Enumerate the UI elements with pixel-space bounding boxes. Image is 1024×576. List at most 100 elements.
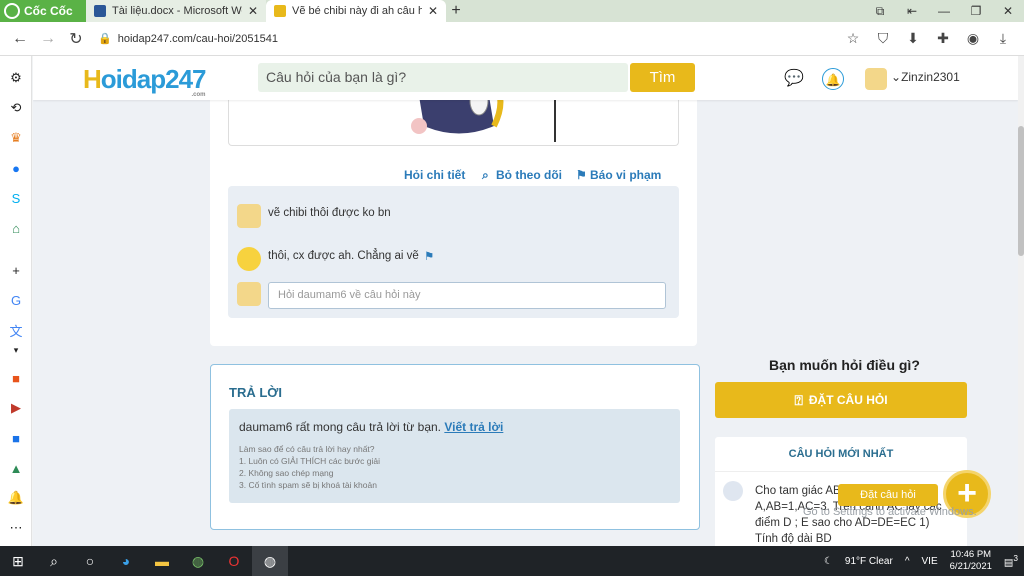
add-icon[interactable]: +	[6, 260, 26, 280]
search-button[interactable]: Tìm	[630, 63, 695, 92]
date-text: 6/21/2021	[949, 561, 992, 572]
ask-question-button[interactable]: ⍰ ĐẶT CÂU HỎI	[715, 382, 967, 418]
search-icon[interactable]: ⌕	[36, 546, 72, 576]
chevron-up-icon[interactable]: ^	[905, 556, 910, 567]
avatar[interactable]	[237, 204, 261, 228]
write-answer-link[interactable]: Viết trả lời	[444, 420, 503, 434]
word-icon	[94, 5, 106, 17]
bookmark-icon: ⌕	[482, 168, 489, 182]
avatar[interactable]	[865, 68, 887, 90]
windows-taskbar: ⊞ ⌕ ○ ◕ ▬ ◍ O ◍ ☾ 91°F Clear ^ VIE 10:46…	[0, 546, 1024, 576]
shield-icon[interactable]: ⛉	[868, 30, 898, 47]
bookmark-star-icon[interactable]: ☆	[838, 30, 868, 47]
system-tray: ☾ 91°F Clear ^ VIE 10:46 PM 6/21/2021 ▤3	[818, 546, 1024, 576]
back-icon[interactable]: ⇤	[896, 0, 928, 22]
comment-input[interactable]: Hỏi daumam6 về câu hỏi này	[268, 282, 666, 309]
messenger-icon[interactable]: ●	[6, 158, 26, 178]
avatar	[237, 282, 261, 306]
windows-start-icon[interactable]: ⊞	[0, 546, 36, 576]
divider	[715, 471, 967, 472]
float-ask-label[interactable]: Đặt câu hỏi	[838, 484, 938, 506]
browser-brand[interactable]: Cốc Cốc	[0, 0, 86, 22]
vtv-icon[interactable]: ▶	[6, 398, 26, 418]
tab-title: Tài liệu.docx - Microsoft Word	[112, 5, 242, 17]
maximize-icon[interactable]: ❐	[960, 0, 992, 22]
coccoc-active-icon[interactable]: ◍	[252, 546, 288, 576]
hoidap-favicon-icon	[274, 5, 286, 17]
shopee-icon[interactable]: ■	[6, 368, 26, 388]
weather-text[interactable]: 91°F Clear	[845, 556, 893, 567]
url-text: hoidap247.com/cau-hoi/2051541	[117, 32, 278, 45]
more-icon[interactable]: ⋯	[6, 518, 26, 538]
game-icon[interactable]: ⌂	[6, 218, 26, 238]
translate-icon[interactable]: 文	[6, 320, 26, 340]
comments-section: vẽ chibi thôi được ko bn thôi, cx được a…	[228, 186, 679, 318]
unfollow-link[interactable]: Bỏ theo dõi	[496, 168, 562, 182]
close-icon[interactable]: ✕	[248, 4, 258, 18]
back-button[interactable]: ←	[6, 30, 34, 48]
minimize-icon[interactable]: —	[928, 0, 960, 22]
emoji-avatar[interactable]	[237, 247, 261, 271]
answer-prompt: daumam6 rất mong câu trả lời từ bạn. Viế…	[239, 420, 503, 434]
username-text: Zinzin2301	[901, 70, 960, 84]
history-icon[interactable]: ⟲	[6, 98, 26, 118]
username[interactable]: ⌄Zinzin2301	[891, 70, 960, 84]
answer-tips: Làm sao để có câu trả lời hay nhất? 1. L…	[239, 443, 380, 491]
logo-first-letter: H	[83, 64, 102, 94]
skype-icon[interactable]: S	[6, 188, 26, 208]
bell-icon[interactable]: 🔔	[822, 68, 844, 90]
window-controls: ⧉ ⇤ — ❐ ✕	[864, 0, 1024, 22]
new-tab-button[interactable]: +	[446, 0, 466, 22]
notification-count: 3	[1013, 553, 1018, 564]
logo-domain: .com	[191, 92, 206, 98]
site-header: Hoidap247 .com Câu hỏi của bạn là gì? Tìm…	[33, 56, 1018, 100]
report-link[interactable]: Báo vi phạm	[590, 168, 661, 182]
chevron-down-icon[interactable]: ▾	[6, 340, 26, 360]
browser-tab-strip: Cốc Cốc Tài liệu.docx - Microsoft Word ✕…	[0, 0, 1024, 22]
question-bubble-icon: ⍰	[794, 391, 803, 408]
address-bar[interactable]: 🔒 hoidap247.com/cau-hoi/2051541	[98, 32, 838, 46]
answer-card: TRẢ LỜI daumam6 rất mong câu trả lời từ …	[210, 364, 700, 530]
logo-text: oidap247	[100, 64, 207, 94]
tab-hoidap[interactable]: Vẽ bé chibi này đi ah câu hỏi 2051541 ✕	[266, 0, 446, 22]
tip-item: 2. Không sao chép mạng	[239, 468, 334, 478]
tab-word[interactable]: Tài liệu.docx - Microsoft Word ✕	[86, 0, 266, 22]
opera-icon[interactable]: O	[216, 546, 252, 576]
ask-detail-link[interactable]: Hỏi chi tiết	[404, 168, 465, 182]
tips-title: Làm sao để có câu trả lời hay nhất?	[239, 444, 375, 454]
hat-icon[interactable]: ▲	[6, 458, 26, 478]
edge-icon[interactable]: ◕	[108, 546, 144, 576]
site-logo[interactable]: Hoidap247 .com	[83, 64, 207, 98]
close-icon[interactable]: ✕	[428, 4, 438, 18]
google-icon[interactable]: G	[6, 290, 26, 310]
coccoc-taskbar-icon[interactable]: ◍	[180, 546, 216, 576]
reload-button[interactable]: ↻	[62, 29, 90, 49]
scrollbar-thumb[interactable]	[1018, 126, 1024, 256]
cast-icon[interactable]: ⧉	[864, 0, 896, 22]
tab-title: Vẽ bé chibi này đi ah câu hỏi 2051541	[292, 5, 422, 17]
download-icon[interactable]: ⬇	[898, 30, 928, 47]
avatar[interactable]	[723, 481, 743, 501]
clock[interactable]: 10:46 PM 6/21/2021	[950, 549, 992, 573]
cortana-icon[interactable]: ○	[72, 546, 108, 576]
windows-activation-watermark: Go to Settings to activate Windows.	[803, 506, 977, 518]
language-indicator[interactable]: VIE	[922, 556, 938, 567]
chat-icon[interactable]: 💬	[783, 68, 805, 90]
flag-icon[interactable]: ⚑	[424, 249, 434, 263]
file-explorer-icon[interactable]: ▬	[144, 546, 180, 576]
profile-icon[interactable]: ◉	[958, 30, 988, 47]
extensions-puzzle-icon[interactable]: ✚	[928, 30, 958, 47]
menu-icon[interactable]: ⤓	[988, 30, 1018, 47]
page-scrollbar[interactable]	[1018, 56, 1024, 546]
notification-center-icon[interactable]: ▤3	[1004, 553, 1018, 568]
close-window-icon[interactable]: ✕	[992, 0, 1024, 22]
tiki-icon[interactable]: ■	[6, 428, 26, 448]
forward-button[interactable]: →	[34, 30, 62, 48]
search-input[interactable]: Câu hỏi của bạn là gì?	[258, 63, 628, 92]
coccoc-logo-icon	[4, 3, 20, 19]
notification-bell-icon[interactable]: 🔔	[6, 488, 26, 508]
crown-icon[interactable]: ♛	[6, 128, 26, 148]
browser-brand-label: Cốc Cốc	[24, 4, 73, 18]
settings-gear-icon[interactable]: ⚙	[6, 68, 26, 88]
answer-prompt-text: daumam6 rất mong câu trả lời từ bạn.	[239, 420, 441, 434]
